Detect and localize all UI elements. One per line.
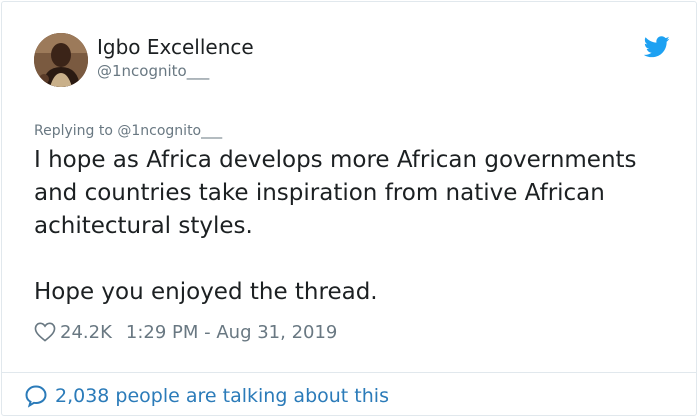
avatar-image	[34, 33, 88, 87]
tweet-text: I hope as Africa develops more African g…	[34, 147, 637, 305]
tweet-meta: 24.2K 1:29 PM - Aug 31, 2019	[34, 320, 337, 344]
speech-bubble-icon	[25, 385, 47, 408]
twitter-bird-icon[interactable]	[644, 36, 670, 58]
avatar[interactable]	[34, 33, 88, 87]
heart-icon[interactable]	[34, 322, 56, 342]
divider	[2, 372, 696, 373]
author-name[interactable]: Igbo Excellence	[97, 35, 254, 59]
timestamp[interactable]: 1:29 PM - Aug 31, 2019	[126, 322, 338, 343]
tweet-card: Igbo Excellence @1ncognito___ Replying t…	[1, 1, 697, 416]
conversation-link[interactable]: 2,038 people are talking about this	[24, 383, 389, 409]
like-count[interactable]: 24.2K	[60, 322, 112, 343]
author-handle[interactable]: @1ncognito___	[97, 62, 209, 80]
replying-to[interactable]: Replying to @1ncognito___	[34, 123, 222, 139]
conversation-count-text: 2,038 people are talking about this	[55, 385, 389, 407]
